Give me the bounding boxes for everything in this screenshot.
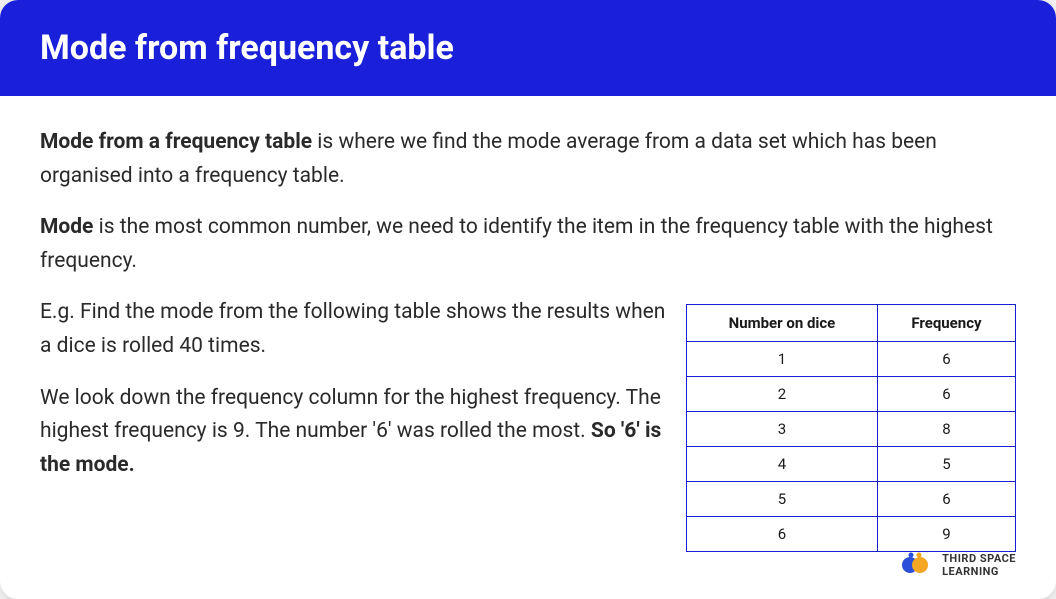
conclusion-paragraph: We look down the frequency column for th… — [40, 382, 666, 483]
table-header-2: Frequency — [877, 305, 1015, 342]
table-header-1: Number on dice — [687, 305, 878, 342]
logo-text: THIRD SPACE LEARNING — [942, 552, 1016, 578]
cell: 1 — [687, 342, 878, 377]
logo-icon — [900, 551, 932, 579]
table-row: 16 — [687, 342, 1016, 377]
intro-paragraph-1: Mode from a frequency table is where we … — [40, 126, 1016, 193]
cell: 3 — [687, 412, 878, 447]
p2-bold: Mode — [40, 215, 93, 239]
card-content: Mode from a frequency table is where we … — [0, 96, 1056, 582]
intro-paragraph-2: Mode is the most common number, we need … — [40, 211, 1016, 278]
cell: 5 — [687, 482, 878, 517]
p4-part1: We look down the frequency column for th… — [40, 386, 661, 444]
table-row: 69 — [687, 517, 1016, 552]
cell: 5 — [877, 447, 1015, 482]
cell: 4 — [687, 447, 878, 482]
brand-logo: THIRD SPACE LEARNING — [900, 551, 1016, 579]
content-row: E.g. Find the mode from the following ta… — [40, 296, 1016, 552]
cell: 6 — [687, 517, 878, 552]
p2-rest: is the most common number, we need to id… — [40, 215, 993, 273]
text-column: E.g. Find the mode from the following ta… — [40, 296, 666, 500]
table-row: 26 — [687, 377, 1016, 412]
frequency-table: Number on dice Frequency 16 26 38 45 56 … — [686, 304, 1016, 552]
table-column: Number on dice Frequency 16 26 38 45 56 … — [686, 296, 1016, 552]
logo-line-2: LEARNING — [942, 565, 1016, 578]
cell: 6 — [877, 377, 1015, 412]
p1-bold: Mode from a frequency table — [40, 130, 312, 154]
lesson-card: Mode from frequency table Mode from a fr… — [0, 0, 1056, 599]
card-header: Mode from frequency table — [0, 0, 1056, 96]
cell: 8 — [877, 412, 1015, 447]
table-header-row: Number on dice Frequency — [687, 305, 1016, 342]
page-title: Mode from frequency table — [40, 28, 1016, 68]
cell: 2 — [687, 377, 878, 412]
logo-line-1: THIRD SPACE — [942, 552, 1016, 565]
table-row: 38 — [687, 412, 1016, 447]
example-paragraph: E.g. Find the mode from the following ta… — [40, 296, 666, 363]
table-row: 45 — [687, 447, 1016, 482]
cell: 6 — [877, 482, 1015, 517]
table-row: 56 — [687, 482, 1016, 517]
cell: 6 — [877, 342, 1015, 377]
cell: 9 — [877, 517, 1015, 552]
